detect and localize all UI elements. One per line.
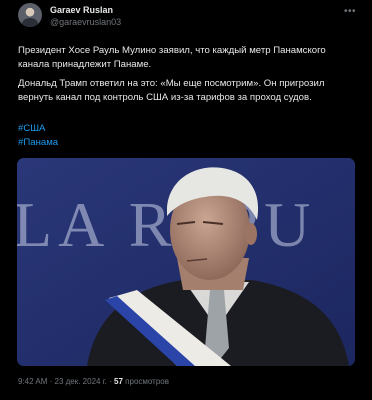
tweet-text: Президент Хосе Рауль Мулино заявил, что …	[18, 44, 358, 110]
tweet-header: Garaev Ruslan @garaevruslan03 •••	[18, 2, 360, 32]
author-name[interactable]: Garaev Ruslan	[50, 5, 121, 16]
meta-separator-2: ·	[109, 377, 112, 386]
tweet-photo[interactable]: LA REPU	[17, 158, 355, 366]
photo-illustration: LA REPU	[17, 158, 355, 366]
avatar[interactable]	[18, 3, 42, 27]
more-dots-icon[interactable]: •••	[344, 6, 356, 17]
author-block[interactable]: Garaev Ruslan @garaevruslan03	[50, 5, 121, 28]
hashtag-list: #США #Панама	[18, 122, 58, 150]
views-count: 57	[114, 377, 123, 386]
tweet: Garaev Ruslan @garaevruslan03 ••• Презид…	[0, 0, 372, 400]
views-label: просмотров	[125, 377, 169, 386]
tweet-time[interactable]: 9:42 AM	[18, 377, 47, 386]
tweet-date[interactable]: 23 дек. 2024 г.	[55, 377, 107, 386]
tweet-paragraph-1: Президент Хосе Рауль Мулино заявил, что …	[18, 45, 326, 70]
tweet-meta: 9:42 AM · 23 дек. 2024 г. · 57 просмотро…	[18, 377, 169, 386]
tweet-paragraph-2: Дональд Трамп ответил на это: «Мы еще по…	[18, 78, 325, 103]
meta-separator-1: ·	[49, 377, 53, 386]
hashtag-usa[interactable]: #США	[18, 122, 58, 136]
background-wall-text: LA REPU	[17, 189, 316, 260]
hashtag-panama[interactable]: #Панама	[18, 136, 58, 150]
author-handle[interactable]: @garaevruslan03	[50, 16, 121, 28]
